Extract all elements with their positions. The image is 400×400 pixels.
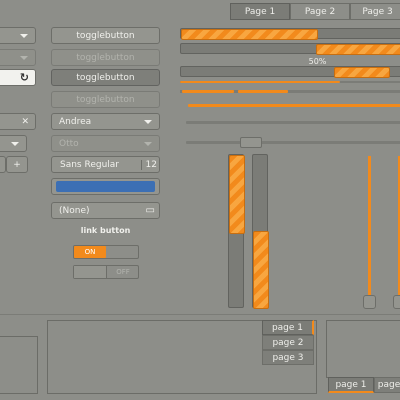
side-tab-page-1[interactable]: page 1 [262,320,314,335]
progress-fill [181,29,318,40]
vertical-progress-fill [253,231,269,309]
togglebutton-4: togglebutton [51,91,160,108]
side-tab-page-3[interactable]: page 3 [262,350,314,365]
horizontal-scale-track [186,121,400,124]
progress-fill [316,44,400,55]
bottom-left-frame [0,336,38,394]
combo-otto: Otto [51,135,160,152]
close-icon[interactable]: ✕ [21,117,29,127]
combo-andrea[interactable]: Andrea [51,113,160,130]
tab-label: page [377,380,400,390]
tab-page-3[interactable]: Page 3 [350,3,400,20]
switch-on-label: ON [84,248,96,256]
color-button[interactable] [51,178,160,195]
switch-off-knob [74,266,107,278]
vertical-scale-handle[interactable] [363,295,376,309]
bottom-tab-page-2[interactable]: page [374,377,400,393]
tab-page-1[interactable]: Page 1 [230,3,290,20]
left-refresh-entry[interactable]: ↻ [0,69,36,86]
progress-bar-3 [180,66,400,78]
vertical-progress-1 [228,154,245,308]
togglebutton-label: togglebutton [76,52,135,63]
plus-icon: + [13,159,21,170]
left-combo-2 [0,49,36,66]
togglebutton-label: togglebutton [76,72,135,83]
font-size-label: 12 [140,159,159,170]
chevron-down-icon [20,33,28,38]
side-tab-page-2[interactable]: page 2 [262,335,314,350]
spin-plus-button[interactable]: + [6,156,28,173]
progress-fill [334,67,390,78]
switch-on-track: ON [74,246,106,258]
font-family-label: Sans Regular [60,159,120,170]
combo-value: Otto [59,138,79,149]
switch-off-label: OFF [116,268,130,276]
combo-value: Andrea [59,116,92,127]
tab-label: page 1 [335,379,367,390]
tab-page-2[interactable]: Page 2 [290,3,350,20]
togglebutton-1[interactable]: togglebutton [51,27,160,44]
tab-label: page 3 [272,352,304,363]
file-chooser-label: (None) [59,205,90,216]
switch-off[interactable]: OFF [73,265,139,279]
horizontal-scale-fill [188,104,400,107]
left-entry-clear[interactable]: ✕ [0,113,36,130]
file-chooser-button[interactable]: (None) ▭ [51,202,160,219]
left-combo-1[interactable] [0,27,36,44]
left-combo-3[interactable] [0,135,27,152]
thin-progress-fill-3 [238,90,288,93]
progress-bar-2 [180,43,400,55]
horizontal-slider-handle[interactable] [240,137,262,148]
font-button[interactable]: Sans Regular 12 [51,156,160,173]
thin-progress-fill-2 [182,90,234,93]
link-button[interactable]: link button [51,226,160,238]
tab-label: page 1 [271,322,304,333]
progress-bar-1 [180,28,400,40]
togglebutton-2: togglebutton [51,49,160,66]
togglebutton-label: togglebutton [76,30,135,41]
separator-line [0,314,400,315]
togglebutton-label: togglebutton [76,94,135,105]
vertical-progress-2 [252,154,269,309]
vertical-scale-handle-2[interactable] [393,295,400,309]
tab-label: Page 1 [244,6,276,17]
tab-label: page 2 [272,337,304,348]
horizontal-slider-track [186,141,400,144]
tab-label: Page 3 [362,6,393,17]
thin-progress-fill [180,81,340,83]
folder-icon: ▭ [145,205,155,216]
chevron-down-icon [11,141,19,146]
vertical-scale-track [368,156,371,306]
chevron-down-icon [20,55,28,60]
refresh-icon[interactable]: ↻ [20,71,29,84]
side-notebook-page [48,321,261,393]
chevron-down-icon [144,119,152,124]
switch-on[interactable]: ON [73,245,139,259]
color-swatch [56,181,155,192]
progress-label: 50% [308,56,327,66]
bottom-tab-page-1[interactable]: page 1 [328,377,374,393]
togglebutton-3[interactable]: togglebutton [51,69,160,86]
bottom-notebook [326,320,400,378]
vertical-progress-fill [229,155,245,234]
tab-label: Page 2 [304,6,336,17]
chevron-down-icon [144,141,152,146]
